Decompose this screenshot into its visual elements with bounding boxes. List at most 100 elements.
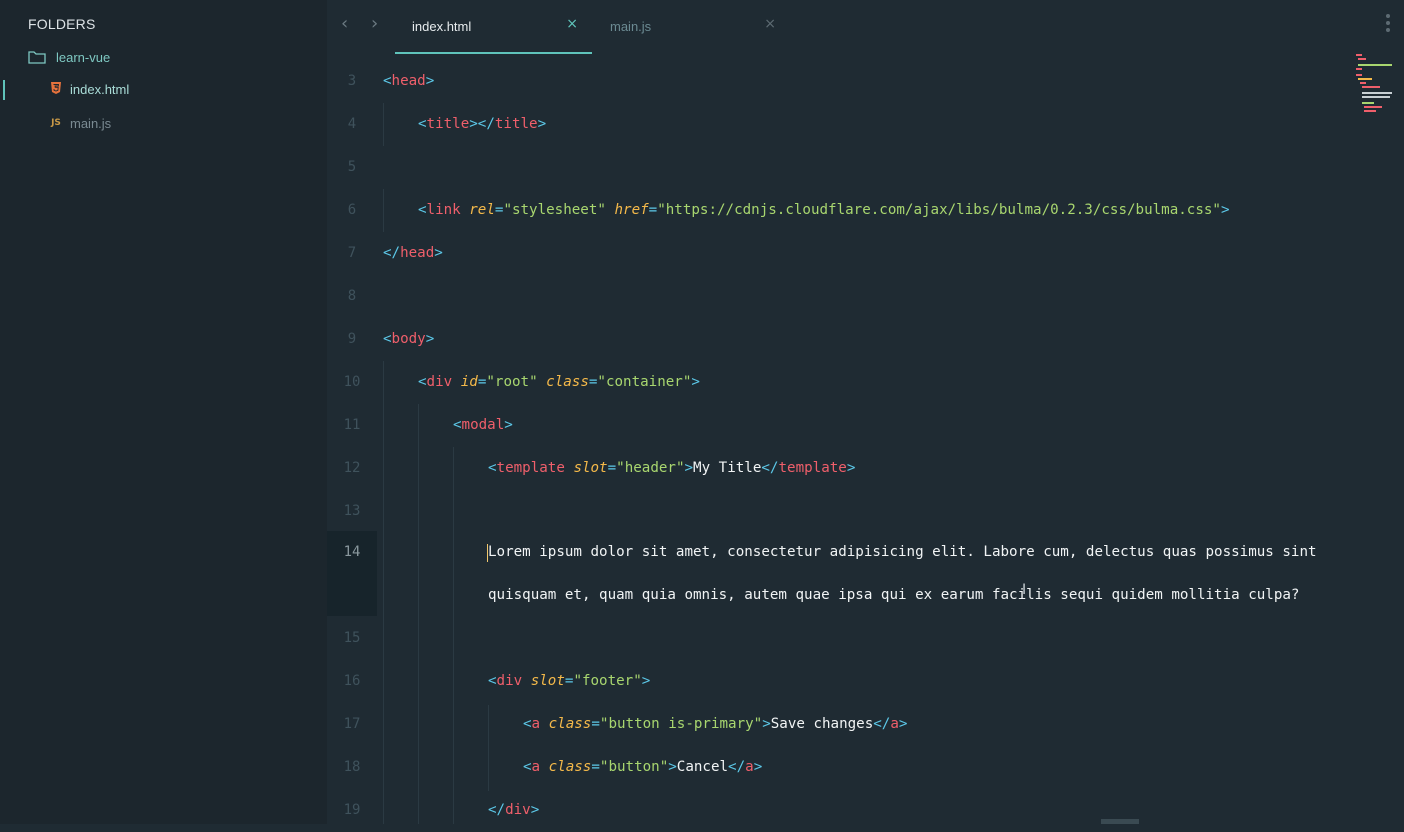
code-editor[interactable]: 3 <head> 4 <title></title> 5 6 <link rel… bbox=[327, 60, 1404, 824]
line-number: 8 bbox=[347, 288, 357, 304]
code-token: "footer" bbox=[573, 673, 642, 689]
code-token: slot bbox=[573, 460, 608, 476]
line-number: 17 bbox=[343, 716, 361, 732]
code-token: head bbox=[400, 245, 435, 261]
folder-icon bbox=[28, 51, 46, 64]
code-token: > bbox=[753, 759, 763, 775]
code-token: > bbox=[691, 374, 700, 390]
code-token: div bbox=[496, 673, 523, 689]
code-token: > bbox=[762, 716, 771, 732]
js-icon: JS bbox=[51, 118, 61, 128]
text-cursor bbox=[487, 544, 488, 562]
code-line-8: 8 bbox=[327, 275, 1404, 318]
line-number: 16 bbox=[343, 673, 361, 689]
code-token: a bbox=[531, 759, 541, 775]
line-number: 6 bbox=[347, 202, 357, 218]
close-icon[interactable]: × bbox=[566, 16, 578, 32]
code-token: "stylesheet" bbox=[503, 202, 606, 218]
code-token: > bbox=[641, 673, 651, 689]
code-token: title bbox=[426, 116, 470, 132]
code-token: < bbox=[418, 374, 427, 390]
code-token: "button" bbox=[599, 759, 669, 775]
code-token: </ bbox=[488, 802, 506, 818]
code-token: rel bbox=[469, 202, 495, 218]
minimap[interactable] bbox=[1354, 52, 1394, 112]
code-token: = bbox=[648, 202, 658, 218]
line-number: 5 bbox=[347, 159, 357, 175]
code-text: quisquam et, quam quia omnis, autem quae… bbox=[488, 587, 1300, 603]
tab-index-html[interactable]: index.html × bbox=[395, 0, 592, 54]
code-token: "https://cdnjs.cloudflare.com/ajax/libs/… bbox=[657, 202, 1221, 218]
code-token: > bbox=[434, 245, 443, 261]
code-token: < bbox=[453, 417, 462, 433]
code-token: link bbox=[426, 202, 461, 218]
code-token: < bbox=[383, 73, 392, 89]
code-line-10: 10 <div id="root" class="container"> bbox=[327, 361, 1404, 404]
code-token: template bbox=[496, 460, 565, 476]
back-arrow-icon[interactable]: ‹ bbox=[341, 13, 348, 34]
folder-learn-vue[interactable]: learn-vue bbox=[28, 44, 110, 70]
code-token: < bbox=[383, 331, 392, 347]
more-options-icon[interactable] bbox=[1386, 14, 1390, 35]
code-token: class bbox=[548, 759, 592, 775]
tab-label: main.js bbox=[610, 18, 652, 34]
line-number: 14 bbox=[343, 544, 361, 560]
code-token: < bbox=[523, 716, 532, 732]
code-token: </ bbox=[728, 759, 746, 775]
line-number: 10 bbox=[343, 374, 361, 390]
code-token: = bbox=[591, 759, 600, 775]
code-token: > bbox=[1220, 202, 1230, 218]
tab-main-js[interactable]: main.js × bbox=[593, 0, 790, 52]
code-token: "root" bbox=[486, 374, 538, 390]
folder-label: learn-vue bbox=[56, 49, 111, 65]
code-token: < bbox=[418, 116, 427, 132]
code-token: ></ bbox=[469, 116, 495, 132]
line-number: 12 bbox=[343, 460, 361, 476]
code-token: "button is-primary" bbox=[599, 716, 763, 732]
code-token: id bbox=[460, 374, 478, 390]
code-text: Lorem ipsum dolor sit amet, consectetur … bbox=[488, 544, 1317, 560]
forward-arrow-icon[interactable]: › bbox=[371, 13, 378, 34]
code-token: Cancel bbox=[676, 759, 729, 775]
sidebar: FOLDERS learn-vue index.html JS main.js bbox=[0, 0, 327, 824]
code-line-13: 13 bbox=[327, 490, 1404, 533]
tab-bar: ‹ › index.html × main.js × bbox=[327, 0, 1404, 54]
code-token: a bbox=[531, 716, 541, 732]
line-number: 11 bbox=[343, 417, 361, 433]
code-token: > bbox=[425, 331, 435, 347]
code-line-14: 14 Lorem ipsum dolor sit amet, consectet… bbox=[327, 531, 1404, 574]
code-token: < bbox=[523, 759, 532, 775]
line-number: 19 bbox=[343, 802, 361, 818]
code-line-14-wrap: quisquam et, quam quia omnis, autem quae… bbox=[327, 574, 1404, 617]
line-number: 3 bbox=[347, 73, 357, 89]
code-line-12: 12 <template slot="header">My Title</tem… bbox=[327, 447, 1404, 490]
code-token: slot bbox=[530, 673, 565, 689]
folders-title: FOLDERS bbox=[28, 16, 96, 32]
code-token: body bbox=[391, 331, 426, 347]
code-token: > bbox=[530, 802, 540, 818]
code-line-4: 4 <title></title> bbox=[327, 103, 1404, 146]
code-token: a bbox=[890, 716, 899, 732]
code-line-19: 19 </div> bbox=[327, 789, 1404, 832]
close-icon[interactable]: × bbox=[764, 16, 776, 32]
code-token: div bbox=[426, 374, 453, 390]
file-main-js[interactable]: JS main.js bbox=[0, 110, 327, 136]
file-index-html[interactable]: index.html bbox=[0, 76, 327, 102]
code-token: title bbox=[494, 116, 538, 132]
code-token: template bbox=[778, 460, 847, 476]
code-line-7: 7 </head> bbox=[327, 232, 1404, 275]
code-token: </ bbox=[383, 245, 401, 261]
horizontal-scrollbar[interactable] bbox=[1101, 819, 1139, 824]
code-token: > bbox=[425, 73, 435, 89]
ibeam-cursor-icon: I bbox=[1022, 582, 1027, 598]
html5-icon bbox=[48, 81, 64, 97]
line-number: 18 bbox=[343, 759, 361, 775]
code-line-9: 9 <body> bbox=[327, 318, 1404, 361]
code-token: > bbox=[668, 759, 677, 775]
